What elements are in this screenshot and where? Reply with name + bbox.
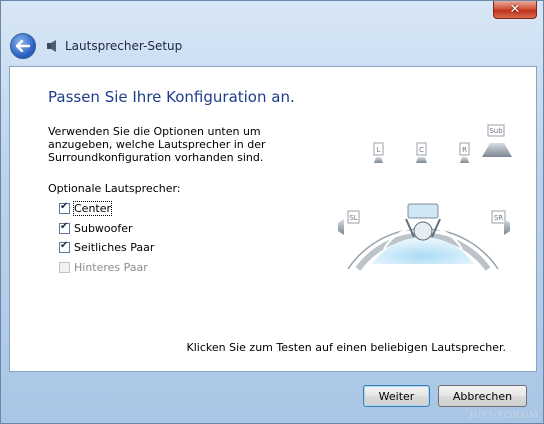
window-title: Lautsprecher-Setup (65, 39, 183, 53)
optional-speakers-title: Optionale Lautsprecher: (48, 182, 181, 195)
watermark: HIFI-FORUM (469, 410, 539, 421)
speaker-right[interactable]: R (459, 142, 470, 163)
back-arrow-icon (16, 40, 30, 52)
page-heading: Passen Sie Ihre Konfiguration an. (48, 88, 295, 106)
speaker-left-label: L (377, 146, 381, 154)
speaker-right-label: R (462, 146, 467, 154)
speaker-side-right[interactable]: SR (491, 210, 510, 235)
side-pair-label: Seitliches Paar (74, 240, 155, 254)
subwoofer-label: Subwoofer (74, 221, 133, 235)
side-pair-checkbox[interactable] (59, 240, 70, 253)
speaker-sub[interactable]: Sub (482, 124, 512, 157)
option-center[interactable]: Center (59, 200, 113, 216)
next-button[interactable]: Weiter (363, 385, 430, 407)
rear-pair-checkbox (59, 261, 70, 273)
speaker-side-left[interactable]: SL (338, 210, 360, 235)
next-button-label: Weiter (378, 389, 415, 403)
close-icon: ✕ (509, 2, 521, 17)
back-button[interactable] (10, 33, 36, 59)
speaker-icon (47, 40, 56, 52)
option-subwoofer[interactable]: Subwoofer (59, 221, 133, 235)
speaker-center-label: C (419, 146, 424, 154)
center-label: Center (72, 200, 113, 216)
speaker-left[interactable]: L (373, 142, 384, 163)
option-rear-pair: Hinteres Paar (59, 260, 148, 274)
speaker-side-right-label: SR (494, 214, 503, 222)
speaker-side-left-label: SL (349, 214, 357, 222)
content-panel: Passen Sie Ihre Konfiguration an. Verwen… (9, 66, 537, 372)
option-side-pair[interactable]: Seitliches Paar (59, 240, 154, 254)
description-text: Verwenden Sie die Optionen unten um anzu… (48, 125, 266, 164)
cancel-button[interactable]: Abbrechen (438, 385, 527, 407)
listener-head (413, 221, 433, 241)
center-checkbox[interactable] (59, 201, 70, 214)
cancel-button-label: Abbrechen (452, 389, 513, 403)
close-button[interactable]: ✕ (493, 1, 537, 19)
speaker-center[interactable]: C (416, 142, 427, 163)
test-hint: Klicken Sie zum Testen auf einen beliebi… (186, 341, 506, 354)
rear-pair-label: Hinteres Paar (74, 260, 148, 274)
speaker-sub-label: Sub (489, 127, 503, 135)
listener-seat (407, 203, 439, 219)
subwoofer-checkbox[interactable] (59, 221, 70, 234)
window: ✕ Lautsprecher-Setup Passen Sie Ihre Kon… (0, 0, 544, 424)
speaker-diagram: L C R Sub SL SR (338, 124, 512, 271)
